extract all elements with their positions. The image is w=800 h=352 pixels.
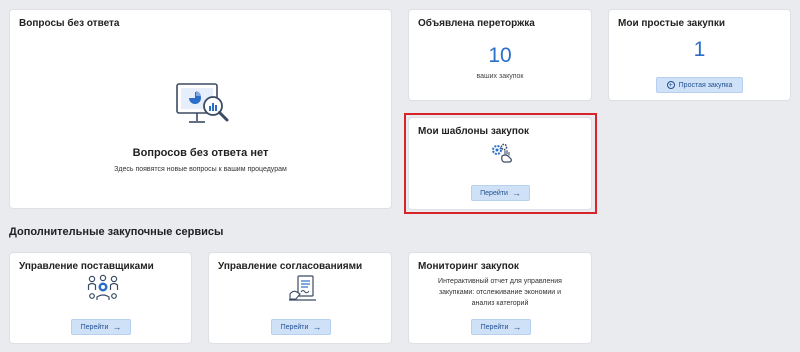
monitoring-go-button[interactable]: Перейти →	[471, 319, 531, 335]
unanswered-questions-card: Вопросы без ответа Вопросов без ответа н…	[9, 9, 392, 209]
people-group-icon	[87, 274, 119, 302]
approvals-go-label: Перейти	[280, 323, 309, 331]
purchase-monitoring-card: Мониторинг закупок Интерактивный отчет д…	[408, 252, 592, 344]
approvals-management-card: Управление согласованиями Перейти →	[208, 252, 392, 344]
monitoring-go-label: Перейти	[480, 323, 509, 331]
simple-purchases-card: Мои простые закупки 1 + Простая закупка	[608, 9, 791, 101]
simple-purchases-title: Мои простые закупки	[618, 18, 725, 29]
rebidding-count[interactable]: 10	[409, 44, 591, 68]
arrow-right-icon: →	[312, 321, 322, 332]
purchase-monitoring-description: Интерактивный отчет для управления закуп…	[438, 278, 562, 307]
empty-state-subtitle: Здесь появятся новые вопросы к вашим про…	[114, 166, 287, 173]
unanswered-questions-title: Вопросы без ответа	[19, 18, 120, 29]
templates-go-label: Перейти	[480, 189, 508, 197]
arrow-right-icon: →	[512, 321, 522, 332]
simple-purchases-count[interactable]: 1	[609, 38, 790, 62]
new-simple-purchase-label: Простая закупка	[678, 81, 733, 89]
document-sign-icon	[288, 274, 318, 302]
new-simple-purchase-button[interactable]: + Простая закупка	[656, 77, 743, 93]
purchase-monitoring-title: Мониторинг закупок	[418, 261, 519, 272]
approvals-management-title: Управление согласованиями	[218, 261, 363, 272]
rebidding-caption: ваших закупок	[476, 73, 524, 80]
rebidding-card[interactable]: Объявлена переторжка 10 ваших закупок	[408, 9, 592, 101]
section-title: Дополнительные закупочные сервисы	[9, 226, 224, 238]
analytics-monitor-icon	[175, 80, 233, 130]
suppliers-go-button[interactable]: Перейти →	[71, 319, 131, 335]
templates-card: Мои шаблоны закупок Перейти →	[408, 117, 592, 210]
templates-title: Мои шаблоны закупок	[418, 126, 529, 137]
suppliers-management-title: Управление поставщиками	[19, 261, 154, 272]
gear-hand-icon	[489, 142, 515, 166]
arrow-right-icon: →	[511, 187, 521, 198]
rebidding-title: Объявлена переторжка	[418, 18, 535, 29]
arrow-right-icon: →	[112, 321, 122, 332]
suppliers-management-card: Управление поставщиками Перейти →	[9, 252, 192, 344]
suppliers-go-label: Перейти	[80, 323, 109, 331]
templates-go-button[interactable]: Перейти →	[471, 185, 530, 201]
empty-state-title: Вопросов без ответа нет	[132, 147, 269, 159]
approvals-go-button[interactable]: Перейти →	[271, 319, 331, 335]
plus-circle-icon: +	[666, 81, 675, 89]
